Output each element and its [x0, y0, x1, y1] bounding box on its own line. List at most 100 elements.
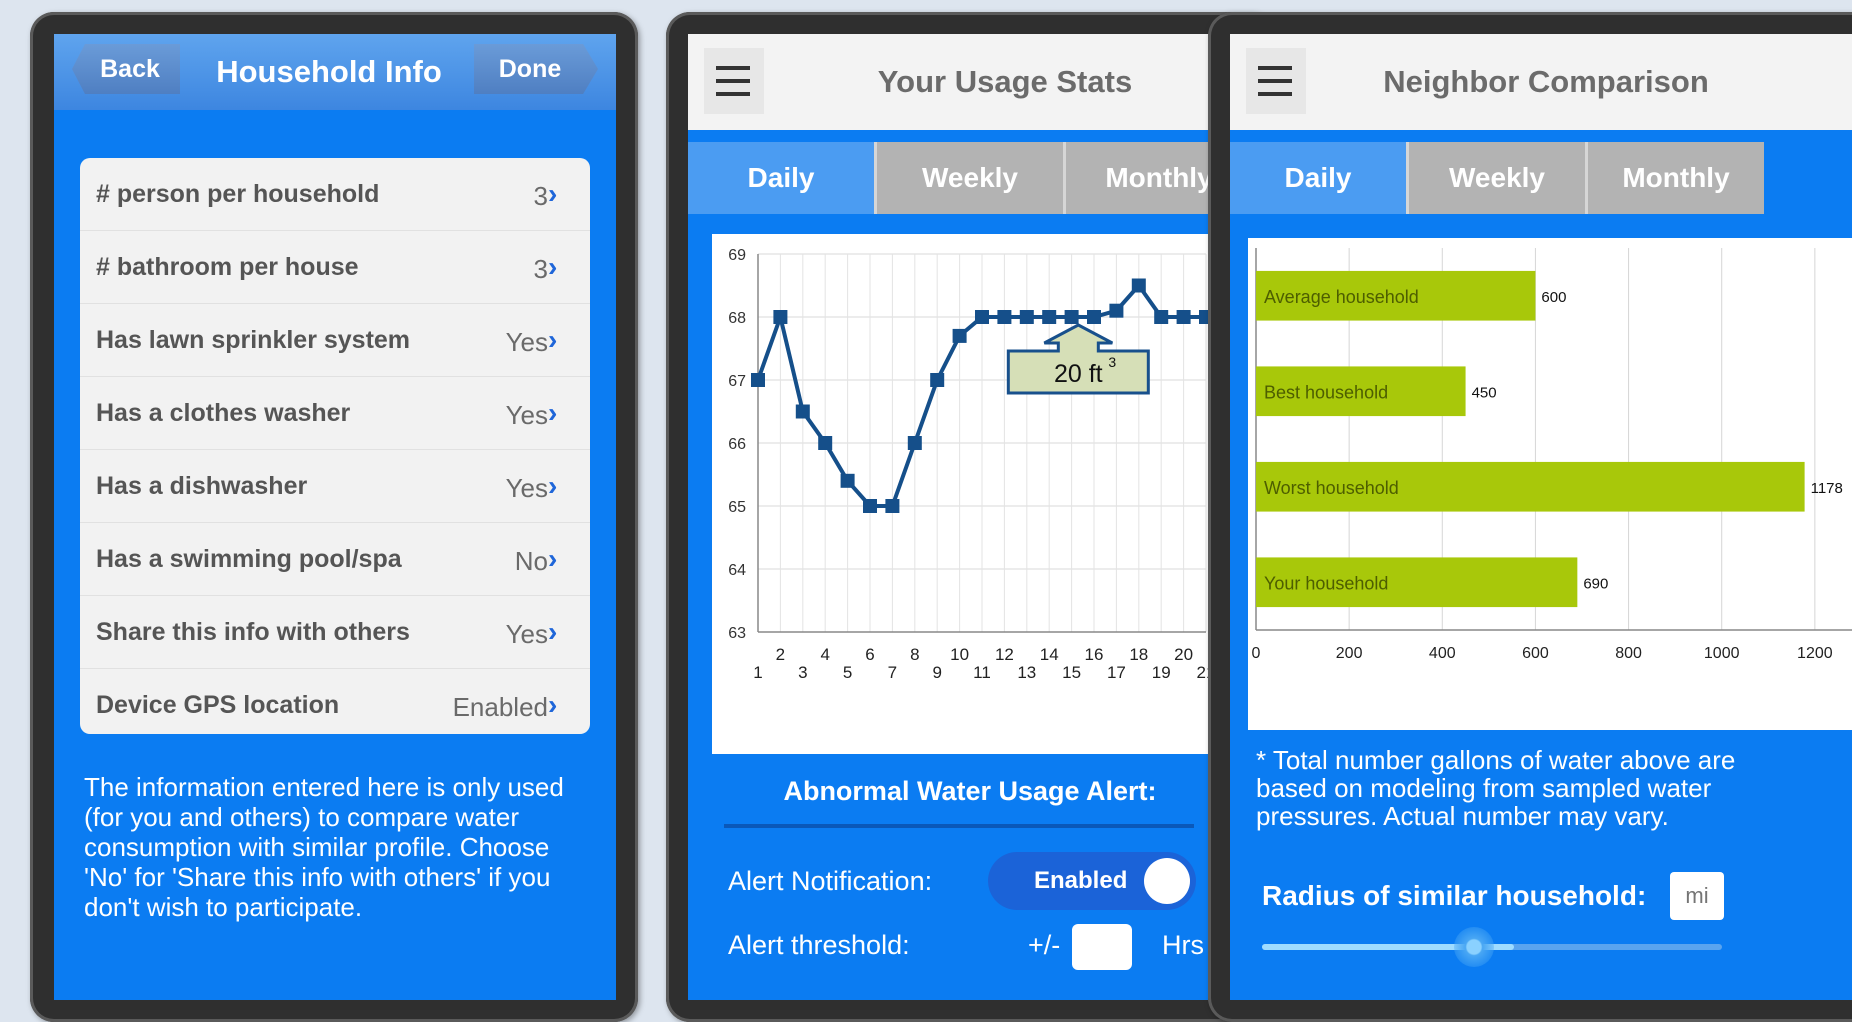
page-title: Household Info [216, 54, 442, 89]
chevron-right-icon: › [548, 470, 558, 501]
y-tick-label: 67 [728, 373, 746, 390]
done-button[interactable]: Done [474, 44, 598, 94]
data-point [1087, 310, 1101, 324]
data-point [840, 473, 855, 488]
settings-row-label: # bathroom per house [96, 253, 359, 281]
comparison-bar-chart: 0200400600800100012001400Average househo… [1248, 238, 1852, 730]
hamburger-icon[interactable] [704, 48, 764, 114]
alert-notification-toggle[interactable]: Enabled [988, 852, 1196, 910]
tab-daily[interactable]: Daily [688, 142, 877, 214]
settings-row-label: Has lawn sprinkler system [96, 326, 411, 354]
x-tick-label: 0 [1252, 645, 1261, 662]
settings-row-value: Enabled [452, 692, 548, 722]
period-tabs: Daily Weekly Monthly [688, 142, 1252, 214]
data-point [952, 328, 967, 343]
chevron-right-icon: › [548, 543, 558, 574]
settings-row-label: Device GPS location [96, 691, 340, 719]
radius-label: Radius of similar household: [1262, 880, 1647, 911]
back-button[interactable]: Back [72, 44, 180, 94]
settings-row-share[interactable]: Share this info with others Yes › [80, 596, 590, 669]
chevron-right-icon: › [548, 178, 558, 209]
threshold-input[interactable] [1072, 924, 1132, 970]
navigation-bar: Back Household Info Done [54, 34, 616, 110]
settings-row-dishwasher[interactable]: Has a dishwasher Yes › [80, 450, 590, 523]
tab-weekly[interactable]: Weekly [877, 142, 1066, 214]
alert-threshold-label: Alert threshold: [728, 930, 910, 960]
settings-row-label: Share this info with others [96, 618, 410, 646]
settings-row-value: 3 [533, 181, 548, 211]
data-point [930, 373, 945, 387]
toggle-state-label: Enabled [1034, 867, 1128, 894]
x-tick-label: 600 [1522, 645, 1549, 662]
tab-daily[interactable]: Daily [1230, 142, 1409, 214]
callout-superscript: 3 [1108, 354, 1116, 370]
data-point [1176, 310, 1191, 324]
x-tick-label: 800 [1615, 645, 1642, 662]
bar-category-label: Your household [1264, 573, 1388, 593]
settings-row-label: Has a dishwasher [96, 472, 308, 500]
phone-household-info: Back Household Info Done # person per ho… [30, 12, 638, 1022]
top-bar: Your Usage Stats [688, 34, 1252, 130]
x-tick-label: 14 [1040, 645, 1059, 664]
threshold-unit: Hrs [1162, 930, 1204, 960]
x-tick-label: 12 [995, 645, 1014, 664]
y-tick-label: 65 [728, 499, 746, 516]
phone-usage-stats: Your Usage Stats Daily Weekly Monthly 63… [666, 12, 1274, 1022]
x-tick-label: 1 [753, 663, 762, 682]
x-tick-label: 2 [776, 645, 785, 664]
settings-row-sprinkler[interactable]: Has lawn sprinkler system Yes › [80, 304, 590, 377]
usage-stats-screen: Your Usage Stats Daily Weekly Monthly 63… [688, 34, 1252, 1000]
data-point [1042, 310, 1057, 324]
hamburger-icon[interactable] [1246, 48, 1306, 114]
settings-row-value: Yes [505, 619, 548, 649]
settings-row-pool[interactable]: Has a swimming pool/spa No › [80, 523, 590, 596]
alert-title: Abnormal Water Usage Alert: [783, 776, 1157, 806]
data-point [885, 499, 900, 513]
bar-value-label: 600 [1541, 289, 1566, 306]
data-point [863, 499, 877, 513]
data-point [975, 310, 989, 324]
settings-list: # person per household 3 › # bathroom pe… [80, 158, 590, 734]
x-tick-label: 17 [1107, 663, 1126, 682]
period-tabs: Daily Weekly Monthly [1230, 142, 1852, 214]
radius-slider[interactable] [1262, 927, 1722, 967]
slider-handle[interactable] [1453, 927, 1494, 967]
x-tick-label: 3 [798, 663, 807, 682]
x-tick-label: 16 [1085, 645, 1104, 664]
info-note: The information entered here is only use… [84, 772, 564, 922]
y-tick-label: 69 [728, 247, 746, 264]
settings-row-value: No [514, 546, 548, 576]
divider [724, 824, 1194, 828]
data-point [751, 373, 765, 387]
x-tick-label: 9 [932, 663, 941, 682]
settings-row-gps[interactable]: Device GPS location Enabled › [80, 669, 590, 734]
settings-row-value: Yes [505, 327, 548, 357]
y-tick-label: 68 [728, 310, 746, 327]
bar-category-label: Average household [1264, 287, 1419, 307]
data-point [1019, 310, 1034, 324]
x-tick-label: 8 [910, 645, 919, 664]
y-tick-label: 64 [728, 562, 746, 579]
chevron-right-icon: › [548, 324, 558, 355]
callout-box: 20 ft 3 [1006, 323, 1150, 395]
bar-value-label: 450 [1472, 384, 1497, 401]
data-point [997, 310, 1012, 324]
settings-row-clothes-washer[interactable]: Has a clothes washer Yes › [80, 377, 590, 450]
page-title: Neighbor Comparison [1383, 64, 1709, 99]
callout-text: 20 ft [1054, 360, 1103, 388]
data-point [1064, 310, 1079, 324]
settings-row-bathrooms[interactable]: # bathroom per house 3 › [80, 231, 590, 304]
x-tick-label: 18 [1129, 645, 1148, 664]
bar-category-label: Best household [1264, 382, 1388, 402]
y-tick-label: 63 [728, 625, 746, 642]
settings-row-persons[interactable]: # person per household 3 › [80, 158, 590, 231]
tab-monthly[interactable]: Monthly [1588, 142, 1764, 214]
x-tick-label: 400 [1429, 645, 1456, 662]
settings-row-label: Has a swimming pool/spa [96, 545, 402, 573]
radius-input[interactable] [1670, 872, 1724, 920]
chevron-right-icon: › [548, 689, 558, 720]
data-point [818, 436, 833, 450]
tab-weekly[interactable]: Weekly [1409, 142, 1588, 214]
x-tick-label: 5 [843, 663, 852, 682]
line-chart-svg: 636465666768692 4 6 8 10 12 14 16 18 201 3 5 7 9 11 13 1… [728, 247, 1215, 682]
